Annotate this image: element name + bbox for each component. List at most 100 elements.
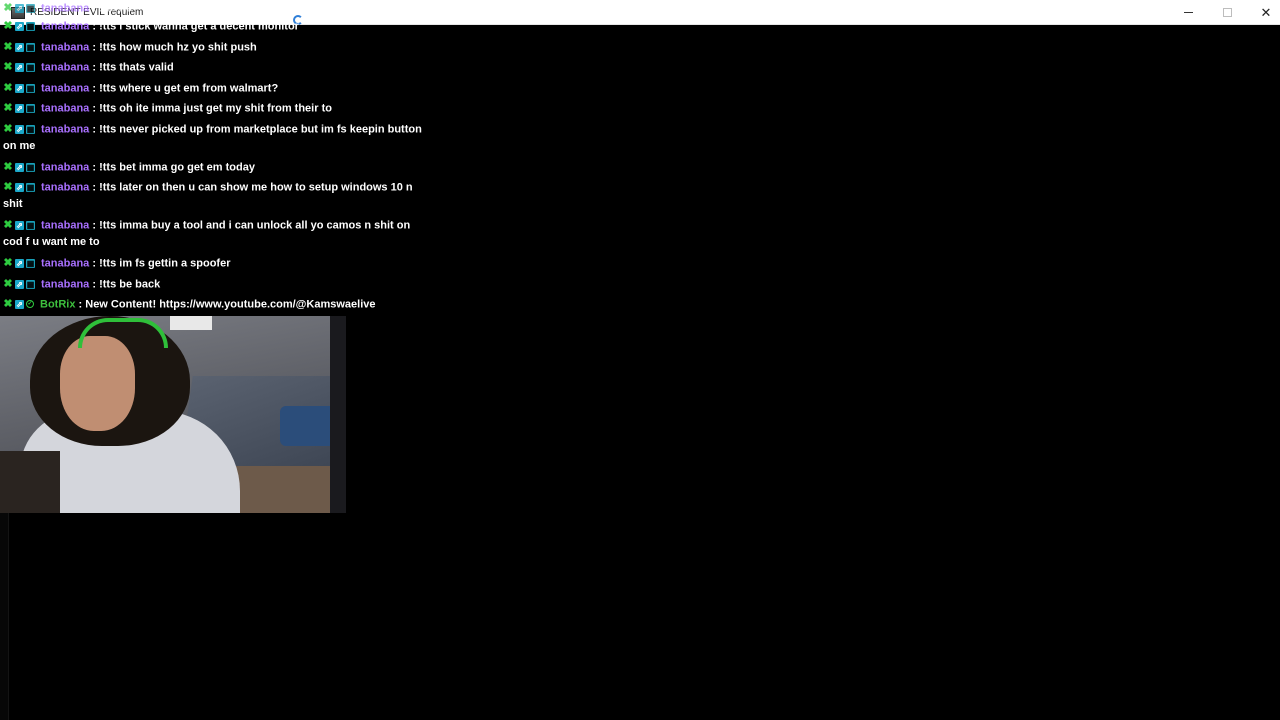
- moderator-badge-icon: ✖: [3, 160, 13, 173]
- chat-separator: :: [92, 41, 97, 54]
- chat-badges: ✖ ⇗ ▦: [3, 255, 37, 272]
- headset-icon: [78, 318, 168, 348]
- chat-badges: ✖ ⇗ ▦: [3, 121, 37, 138]
- vip-badge-icon: ⇗: [15, 220, 24, 230]
- chat-separator: :: [92, 123, 97, 136]
- vip-badge-icon: ⇗: [15, 21, 24, 31]
- chat-badges: ✖ ⇗ ▦: [3, 39, 37, 56]
- vip-badge-icon: ⇗: [15, 3, 24, 13]
- chat-badges: ✖ ⇗ ▦: [3, 100, 37, 117]
- chat-username[interactable]: tanabana: [41, 257, 89, 269]
- chat-username[interactable]: tanabana: [41, 123, 89, 135]
- chat-message-text: !tts how much hz yo shit push: [99, 41, 257, 54]
- chat-separator: :: [92, 82, 97, 95]
- chat-separator: :: [92, 102, 97, 115]
- chat-separator: :: [92, 278, 97, 291]
- chat-username[interactable]: tanabana: [41, 61, 89, 73]
- subscriber-badge-icon: ▦: [26, 279, 35, 289]
- webcam-person-face: [60, 336, 135, 431]
- vip-badge-icon: ⇗: [15, 279, 24, 289]
- chat-message-text: !tts ite: [99, 2, 133, 15]
- chat-message-text: !tts be back: [99, 278, 161, 291]
- chat-separator: :: [92, 20, 97, 33]
- chat-username[interactable]: tanabana: [41, 278, 89, 290]
- moderator-badge-icon: ✖: [3, 40, 13, 53]
- chat-username[interactable]: tanabana: [41, 82, 89, 94]
- chat-message: ✖ ⇗ ▦ tanabana : !tts never picked up from …: [3, 121, 428, 155]
- webcam-person-arm: [0, 451, 60, 513]
- chat-username[interactable]: tanabana: [41, 161, 89, 173]
- moderator-badge-icon: ✖: [3, 19, 13, 32]
- webcam-dark-edge: [330, 316, 346, 513]
- chat-username[interactable]: tanabana: [41, 41, 89, 53]
- chat-message: ✖ ⇗ ▦ tanabana : !tts where u get em from w…: [3, 80, 428, 97]
- chat-message-text: !tts thats valid: [99, 61, 174, 74]
- webcam-feed: [0, 316, 346, 513]
- subscriber-badge-icon: ▦: [26, 124, 35, 134]
- subscriber-badge-icon: ▦: [26, 220, 35, 230]
- chat-separator: :: [92, 161, 97, 174]
- chat-separator: :: [92, 219, 97, 232]
- vip-badge-icon: ⇗: [15, 62, 24, 72]
- chat-separator: :: [92, 2, 97, 15]
- chat-badges: ✖ ⇗ ▦: [3, 0, 37, 17]
- chat-badges: ✖ ⇗ ▦: [3, 59, 37, 76]
- chat-username[interactable]: tanabana: [41, 2, 89, 14]
- vip-badge-icon: ⇗: [15, 103, 24, 113]
- subscriber-badge-icon: ▦: [26, 62, 35, 72]
- left-edge-strip: [0, 513, 9, 720]
- chat-message: ✖ ⇗ ▦ tanabana : !tts later on then u can s…: [3, 179, 428, 213]
- chat-username[interactable]: tanabana: [41, 20, 89, 32]
- chat-message: ✖ ⇗ ▦ tanabana : !tts thats valid: [3, 59, 428, 76]
- chat-message: ✖ ⇗ ▦ tanabana : !tts im fs gettin a spoofe…: [3, 255, 428, 272]
- chat-message: ✖ ⇗ ✓ BotRix : New Content! https://www.you…: [3, 296, 428, 313]
- vip-badge-icon: ⇗: [15, 83, 24, 93]
- moderator-badge-icon: ✖: [3, 256, 13, 269]
- vip-badge-icon: ⇗: [15, 258, 24, 268]
- moderator-badge-icon: ✖: [3, 101, 13, 114]
- subscriber-badge-icon: ▦: [26, 162, 35, 172]
- chat-message: ✖ ⇗ ▦ tanabana : !tts oh ite imma just get …: [3, 100, 428, 117]
- chat-message: ✖ ⇗ ▦ tanabana : !tts ite: [3, 0, 428, 17]
- moderator-badge-icon: ✖: [3, 297, 13, 310]
- moderator-badge-icon: ✖: [3, 277, 13, 290]
- chat-username[interactable]: BotRix: [40, 298, 75, 310]
- chat-badges: ✖ ⇗ ▦: [3, 217, 37, 234]
- chat-separator: :: [78, 298, 83, 311]
- chat-badges: ✖ ⇗ ▦: [3, 179, 37, 196]
- subscriber-badge-icon: ▦: [26, 182, 35, 192]
- moderator-badge-icon: ✖: [3, 122, 13, 135]
- moderator-badge-icon: ✖: [3, 81, 13, 94]
- vip-badge-icon: ⇗: [15, 299, 24, 309]
- chat-username[interactable]: tanabana: [41, 219, 89, 231]
- chat-message: ✖ ⇗ ▦ tanabana : !tts imma buy a tool and i…: [3, 217, 428, 251]
- vip-badge-icon: ⇗: [15, 124, 24, 134]
- subscriber-badge-icon: ▦: [26, 103, 35, 113]
- moderator-badge-icon: ✖: [3, 60, 13, 73]
- subscriber-badge-icon: ▦: [26, 42, 35, 52]
- minimize-icon: [1183, 12, 1193, 13]
- chat-username[interactable]: tanabana: [41, 181, 89, 193]
- moderator-badge-icon: ✖: [3, 180, 13, 193]
- chat-message: ✖ ⇗ ▦ tanabana : !tts i stick wanna get a d…: [3, 18, 428, 35]
- moderator-badge-icon: ✖: [3, 1, 13, 14]
- maximize-icon: [1222, 8, 1232, 17]
- chat-badges: ✖ ⇗ ▦: [3, 276, 37, 293]
- chat-username[interactable]: tanabana: [41, 102, 89, 114]
- close-icon: ✕: [1260, 5, 1272, 20]
- chat-badges: ✖ ⇗ ▦: [3, 159, 37, 176]
- chat-separator: :: [92, 257, 97, 270]
- chat-message-text: New Content! https://www.youtube.com/@Ka…: [85, 298, 376, 311]
- chat-message-text: !tts bet imma go get em today: [99, 161, 255, 174]
- vip-badge-icon: ⇗: [15, 182, 24, 192]
- chat-message: ✖ ⇗ ▦ tanabana : !tts bet imma go get em to…: [3, 159, 428, 176]
- chat-message: ✖ ⇗ ▦ tanabana : !tts how much hz yo shit p…: [3, 39, 428, 56]
- chat-message: ✖ ⇗ ▦ tanabana : !tts be back: [3, 276, 428, 293]
- chat-message-text: !tts im fs gettin a spoofer: [99, 257, 231, 270]
- chat-separator: :: [92, 61, 97, 74]
- subscriber-badge-icon: ▦: [26, 21, 35, 31]
- moderator-badge-icon: ✖: [3, 218, 13, 231]
- chat-separator: :: [92, 181, 97, 194]
- close-button[interactable]: ✕: [1243, 0, 1280, 25]
- chat-message-text: !tts oh ite imma just get my shit from t…: [99, 102, 332, 115]
